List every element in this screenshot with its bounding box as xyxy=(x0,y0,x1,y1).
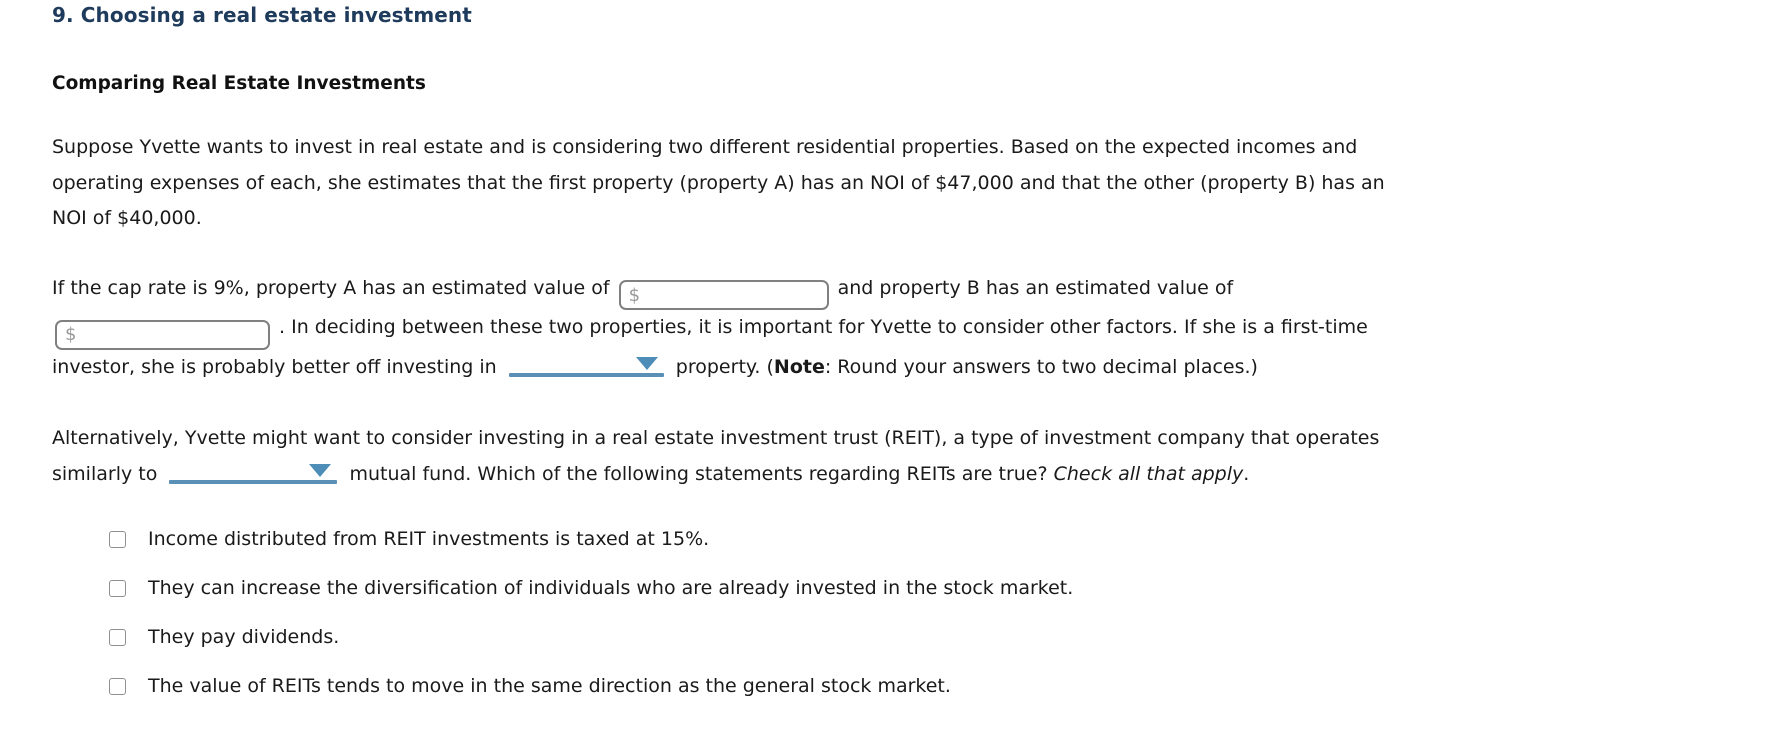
cap-rate-paragraph: If the cap rate is 9%, property A has an… xyxy=(52,237,1402,386)
property-a-value-input[interactable] xyxy=(618,280,829,310)
property-b-value-input[interactable] xyxy=(55,319,270,350)
checkbox-icon[interactable] xyxy=(109,629,126,646)
section-heading: Comparing Real Estate Investments xyxy=(52,73,426,94)
checkbox-row[interactable]: Income distributed from REIT investments… xyxy=(52,526,1752,575)
checkbox-icon[interactable] xyxy=(109,531,126,548)
chevron-down-icon xyxy=(635,356,658,370)
checkbox-row[interactable]: They can increase the diversification of… xyxy=(52,575,1752,624)
checkbox-row[interactable]: They pay dividends. xyxy=(52,624,1752,673)
chevron-down-icon xyxy=(309,463,332,477)
checkbox-label: They pay dividends. xyxy=(148,626,340,648)
content-column: 9. Choosing a real estate investment Com… xyxy=(52,0,1752,722)
check-all-that-apply-instruction: Check all that apply xyxy=(1053,462,1244,485)
reit-paragraph: Alternatively, Yvette might want to cons… xyxy=(52,385,1402,492)
note-label: Note xyxy=(773,355,825,378)
question-title: 9. Choosing a real estate investment xyxy=(52,3,472,27)
checkbox-row[interactable]: The value of REITs tends to move in the … xyxy=(52,673,1752,722)
checkbox-icon[interactable] xyxy=(109,580,126,597)
checkbox-icon[interactable] xyxy=(109,678,126,695)
property-choice-dropdown[interactable] xyxy=(508,355,664,377)
dropdown-underline xyxy=(169,479,338,484)
intro-paragraph: Suppose Yvette wants to invest in real e… xyxy=(52,136,1385,229)
checkbox-label: Income distributed from REIT investments… xyxy=(148,528,710,550)
checkbox-label: The value of REITs tends to move in the … xyxy=(148,675,951,697)
dropdown-underline xyxy=(508,372,664,377)
reit-statements-checklist: Income distributed from REIT investments… xyxy=(52,492,1752,722)
fund-type-dropdown[interactable] xyxy=(169,462,338,484)
cap-rate-text-1: If the cap rate is 9%, property A has an… xyxy=(52,276,610,299)
reit-text-3: . xyxy=(1243,462,1250,485)
cap-rate-text-5: : Round your answers to two decimal plac… xyxy=(824,355,1258,378)
question-page: 9. Choosing a real estate investment Com… xyxy=(0,0,1780,752)
cap-rate-text-2: and property B has an estimated value of xyxy=(837,276,1234,299)
reit-text-2: mutual fund. Which of the following stat… xyxy=(349,462,1048,485)
checkbox-label: They can increase the diversification of… xyxy=(148,577,1074,599)
cap-rate-text-4: property. ( xyxy=(675,355,774,378)
